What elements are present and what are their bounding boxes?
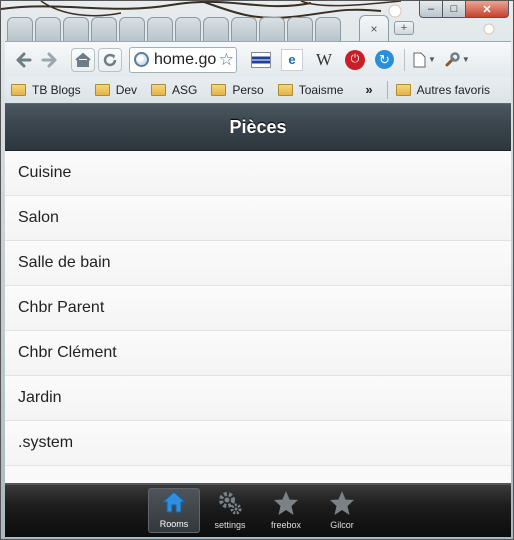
gears-icon bbox=[219, 492, 242, 515]
maximize-button[interactable]: □ bbox=[442, 1, 466, 18]
browser-toolbar: home.go ☆ e W ⏻ ↻ ▼ ▼ bbox=[5, 41, 511, 77]
tab-close-icon[interactable]: × bbox=[370, 22, 377, 36]
bookmark-folder[interactable]: TB Blogs bbox=[11, 83, 81, 97]
bookmark-folder[interactable]: ASG bbox=[151, 83, 197, 97]
bookmark-label: Dev bbox=[115, 82, 138, 97]
bookmarks-separator bbox=[386, 80, 388, 99]
bookmark-folder[interactable]: Dev bbox=[94, 82, 138, 97]
nav-gilcor[interactable]: Gilcor bbox=[316, 488, 368, 533]
ie-tab-extension-icon[interactable]: e bbox=[281, 48, 303, 71]
reload-button[interactable] bbox=[98, 47, 122, 72]
chevron-down-icon: ▼ bbox=[461, 55, 470, 64]
sync-extension-icon[interactable]: ↻ bbox=[375, 50, 394, 69]
page-viewport: Pièces Cuisine Salon Salle de bain Chbr … bbox=[5, 103, 511, 537]
list-item-salle-de-bain[interactable]: Salle de bain bbox=[5, 241, 511, 286]
page-menu-button[interactable]: ▼ bbox=[413, 52, 436, 68]
bookmark-folder[interactable]: Toaisme bbox=[277, 82, 344, 97]
reload-icon bbox=[103, 53, 117, 66]
stop-extension-icon[interactable]: ⏻ bbox=[345, 49, 365, 70]
wrench-icon bbox=[445, 51, 460, 66]
forward-button[interactable] bbox=[38, 48, 62, 72]
toolbar-separator bbox=[404, 48, 405, 71]
browser-window: × + – □ ✕ home.go ☆ e W ⏻ ↻ ▼ ▼ TB Blogs… bbox=[0, 0, 514, 540]
list-item-chbr-parent[interactable]: Chbr Parent bbox=[5, 286, 511, 331]
background-tab[interactable] bbox=[7, 17, 33, 41]
nav-label: Gilcor bbox=[330, 520, 354, 530]
new-tab-button[interactable]: + bbox=[394, 21, 414, 35]
star-icon bbox=[330, 491, 354, 515]
address-text[interactable]: home.go bbox=[154, 51, 219, 69]
back-button[interactable] bbox=[11, 48, 35, 72]
list-item-cuisine[interactable]: Cuisine bbox=[5, 151, 511, 196]
page-header: Pièces bbox=[5, 103, 511, 151]
flag-extension-icon[interactable] bbox=[251, 51, 271, 68]
list-item-system[interactable]: .system bbox=[5, 421, 511, 466]
footer-navbar: Rooms settings freebox Gilcor bbox=[5, 483, 511, 537]
address-bar[interactable]: home.go ☆ bbox=[129, 46, 237, 73]
bookmark-label: Toaisme bbox=[298, 82, 344, 97]
bookmark-label: TB Blogs bbox=[32, 82, 81, 97]
chevron-down-icon: ▼ bbox=[428, 55, 436, 64]
globe-icon bbox=[134, 52, 149, 67]
folder-icon bbox=[94, 83, 110, 96]
background-tab[interactable] bbox=[119, 17, 145, 41]
background-tab[interactable] bbox=[91, 17, 117, 41]
home-icon bbox=[161, 491, 187, 513]
folder-icon bbox=[11, 83, 26, 96]
star-icon bbox=[274, 491, 298, 515]
bookmarks-bar: TB Blogs Dev ASG Perso Toaisme » Autres … bbox=[5, 77, 511, 102]
folder-icon bbox=[151, 83, 167, 96]
nav-rooms[interactable]: Rooms bbox=[148, 488, 200, 533]
bookmark-label: ASG bbox=[172, 82, 198, 97]
background-tab[interactable] bbox=[63, 17, 89, 41]
other-bookmarks-folder[interactable]: Autres favoris bbox=[395, 82, 491, 97]
bookmark-folder[interactable]: Perso bbox=[211, 82, 264, 97]
wrench-menu-button[interactable]: ▼ bbox=[444, 51, 470, 68]
background-tab[interactable] bbox=[287, 17, 313, 41]
nav-label: settings bbox=[214, 520, 246, 530]
folder-icon bbox=[395, 83, 411, 96]
background-tab[interactable] bbox=[259, 17, 285, 41]
background-tab[interactable] bbox=[147, 17, 173, 41]
minimize-button[interactable]: – bbox=[419, 1, 443, 18]
nav-label: Rooms bbox=[159, 519, 189, 529]
nav-freebox[interactable]: freebox bbox=[260, 488, 312, 533]
folder-icon bbox=[211, 83, 227, 96]
wikipedia-extension-icon[interactable]: W bbox=[313, 49, 335, 71]
page-title: Pièces bbox=[229, 116, 287, 137]
background-tab[interactable] bbox=[203, 17, 229, 41]
list-item-jardin[interactable]: Jardin bbox=[5, 376, 511, 421]
rooms-list: Cuisine Salon Salle de bain Chbr Parent … bbox=[5, 151, 511, 466]
bookmarks-overflow-button[interactable]: » bbox=[365, 82, 372, 97]
home-button[interactable] bbox=[71, 47, 95, 72]
bookmark-star-icon[interactable]: ☆ bbox=[219, 50, 234, 70]
list-item-salon[interactable]: Salon bbox=[5, 196, 511, 241]
page-icon bbox=[413, 52, 426, 67]
background-tab[interactable] bbox=[231, 17, 257, 41]
nav-label: freebox bbox=[270, 520, 302, 530]
background-tab[interactable] bbox=[315, 17, 341, 41]
folder-icon bbox=[277, 83, 293, 96]
active-tab[interactable]: × bbox=[359, 15, 389, 41]
close-window-button[interactable]: ✕ bbox=[465, 1, 509, 18]
arrow-right-icon bbox=[41, 52, 57, 67]
background-tab[interactable] bbox=[35, 17, 61, 41]
bookmark-label: Perso bbox=[232, 82, 264, 97]
arrow-left-icon bbox=[16, 52, 32, 67]
tab-strip: × + bbox=[7, 15, 417, 41]
list-item-chbr-clement[interactable]: Chbr Clément bbox=[5, 331, 511, 376]
background-tab[interactable] bbox=[175, 17, 201, 41]
nav-settings[interactable]: settings bbox=[204, 488, 256, 533]
other-bookmarks-label: Autres favoris bbox=[416, 82, 491, 97]
home-icon bbox=[75, 52, 91, 67]
